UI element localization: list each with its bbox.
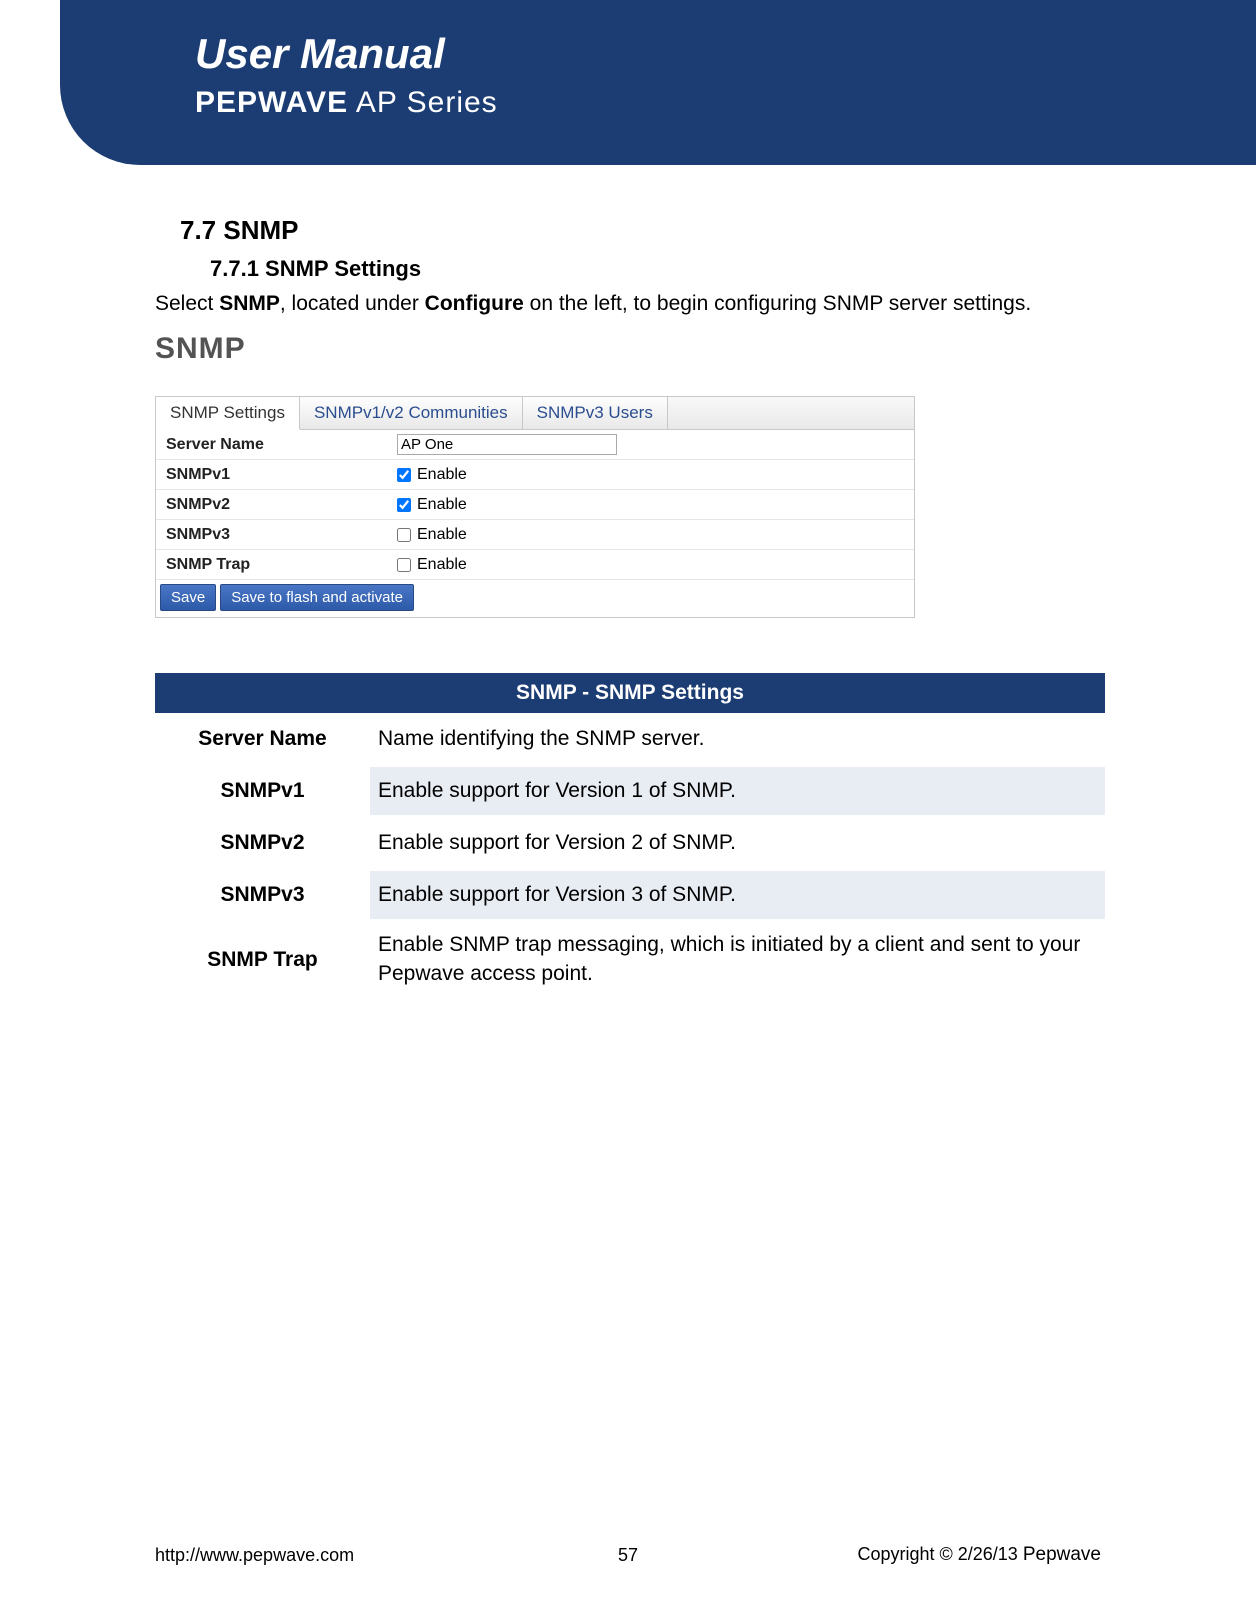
footer-page-number: 57 bbox=[618, 1545, 638, 1566]
desc-text: Enable support for Version 2 of SNMP. bbox=[370, 819, 1105, 867]
desc-label: SNMPv1 bbox=[155, 765, 370, 817]
section-heading: 7.7 SNMP bbox=[180, 215, 1101, 246]
footer-url: http://www.pepwave.com bbox=[155, 1545, 354, 1566]
brand-light: AP Series bbox=[348, 86, 498, 119]
tab-snmpv3-users[interactable]: SNMPv3 Users bbox=[523, 397, 668, 429]
checkbox-snmpv2[interactable] bbox=[397, 498, 411, 512]
desc-table-header: SNMP - SNMP Settings bbox=[155, 673, 1105, 713]
text-snmpv3-enable: Enable bbox=[417, 526, 467, 544]
label-snmpv2: SNMPv2 bbox=[156, 492, 391, 518]
subsection-heading: 7.7.1 SNMP Settings bbox=[210, 256, 1101, 282]
checkbox-snmpv1[interactable] bbox=[397, 468, 411, 482]
desc-row: SNMPv2Enable support for Version 2 of SN… bbox=[155, 817, 1105, 869]
intro-post: on the left, to begin configuring SNMP s… bbox=[524, 292, 1031, 315]
page-footer: http://www.pepwave.com 57 Copyright © 2/… bbox=[0, 1544, 1256, 1566]
brand-bold: PEPWAVE bbox=[195, 86, 348, 119]
snmp-panel: SNMP Settings SNMPv1/v2 Communities SNMP… bbox=[155, 396, 915, 618]
intro-mid: , located under bbox=[280, 292, 425, 315]
page-content: 7.7 SNMP 7.7.1 SNMP Settings Select SNMP… bbox=[0, 165, 1256, 998]
desc-label: SNMPv2 bbox=[155, 817, 370, 869]
label-snmpv1: SNMPv1 bbox=[156, 462, 391, 488]
desc-label: Server Name bbox=[155, 713, 370, 765]
tab-snmp-communities[interactable]: SNMPv1/v2 Communities bbox=[300, 397, 523, 429]
desc-label: SNMP Trap bbox=[155, 934, 370, 986]
desc-label: SNMPv3 bbox=[155, 869, 370, 921]
header-title: User Manual bbox=[195, 30, 1256, 78]
label-snmptrap: SNMP Trap bbox=[156, 552, 391, 578]
checkbox-snmpv3[interactable] bbox=[397, 528, 411, 542]
snmp-panel-title: SNMP bbox=[155, 332, 1101, 366]
checkbox-snmptrap[interactable] bbox=[397, 558, 411, 572]
label-snmpv3: SNMPv3 bbox=[156, 522, 391, 548]
desc-text: Enable support for Version 3 of SNMP. bbox=[370, 871, 1105, 919]
copyright-pre: Copyright © bbox=[857, 1544, 957, 1564]
label-server-name: Server Name bbox=[156, 432, 391, 458]
copyright-date: 2/26/13 bbox=[958, 1544, 1023, 1564]
intro-text: Select SNMP, located under Configure on … bbox=[155, 290, 1101, 317]
row-snmptrap: SNMP Trap Enable bbox=[156, 550, 914, 580]
header-subtitle: PEPWAVE AP Series bbox=[195, 86, 1256, 120]
tabs-row: SNMP Settings SNMPv1/v2 Communities SNMP… bbox=[156, 397, 914, 430]
row-snmpv2: SNMPv2 Enable bbox=[156, 490, 914, 520]
desc-row: SNMP TrapEnable SNMP trap messaging, whi… bbox=[155, 921, 1105, 998]
text-snmptrap-enable: Enable bbox=[417, 556, 467, 574]
tab-snmp-settings[interactable]: SNMP Settings bbox=[156, 397, 300, 430]
row-server-name: Server Name bbox=[156, 430, 914, 460]
desc-row: SNMPv3Enable support for Version 3 of SN… bbox=[155, 869, 1105, 921]
row-snmpv1: SNMPv1 Enable bbox=[156, 460, 914, 490]
save-button[interactable]: Save bbox=[160, 584, 216, 611]
intro-b1: SNMP bbox=[219, 292, 280, 315]
row-snmpv3: SNMPv3 Enable bbox=[156, 520, 914, 550]
desc-row: SNMPv1Enable support for Version 1 of SN… bbox=[155, 765, 1105, 817]
description-table: SNMP - SNMP Settings Server NameName ide… bbox=[155, 673, 1105, 998]
desc-row: Server NameName identifying the SNMP ser… bbox=[155, 713, 1105, 765]
header-banner: User Manual PEPWAVE AP Series bbox=[60, 0, 1256, 165]
text-snmpv1-enable: Enable bbox=[417, 466, 467, 484]
desc-text: Name identifying the SNMP server. bbox=[370, 715, 1105, 763]
save-activate-button[interactable]: Save to flash and activate bbox=[220, 584, 414, 611]
desc-text: Enable support for Version 1 of SNMP. bbox=[370, 767, 1105, 815]
desc-text: Enable SNMP trap messaging, which is ini… bbox=[370, 921, 1105, 998]
input-server-name[interactable] bbox=[397, 434, 617, 455]
intro-pre: Select bbox=[155, 292, 219, 315]
text-snmpv2-enable: Enable bbox=[417, 496, 467, 514]
intro-b2: Configure bbox=[425, 292, 524, 315]
footer-copyright: Copyright © 2/26/13 Pepwave bbox=[857, 1544, 1101, 1566]
copyright-brand: Pepwave bbox=[1023, 1544, 1101, 1565]
button-row: Save Save to flash and activate bbox=[156, 580, 914, 617]
